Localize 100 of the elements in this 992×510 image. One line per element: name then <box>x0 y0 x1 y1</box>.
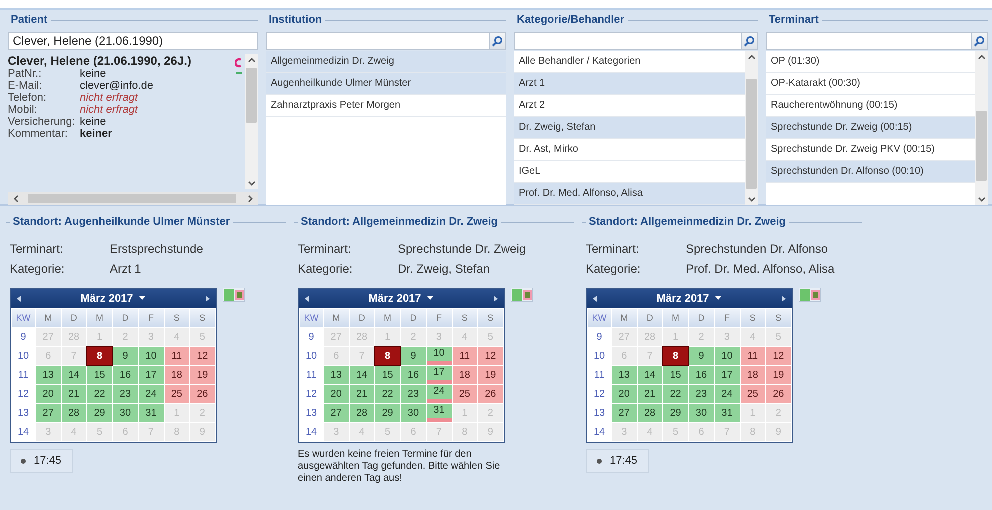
calendar-day[interactable]: 17 <box>714 366 740 384</box>
next-month-button[interactable] <box>493 294 499 302</box>
calendar-day[interactable]: 25 <box>164 385 190 403</box>
list-item[interactable]: Prof. Dr. Med. Alfonso, Alisa <box>514 183 745 205</box>
previous-month-button[interactable] <box>16 294 22 302</box>
calendar-day[interactable]: 24 <box>714 385 740 403</box>
calendar-day[interactable]: 26 <box>766 385 791 403</box>
calendar-day[interactable]: 19 <box>478 366 503 384</box>
scrollbar[interactable] <box>975 51 988 205</box>
calendar-day[interactable]: 15 <box>663 366 688 384</box>
calendar-day[interactable]: 20 <box>612 385 637 403</box>
calendar-day[interactable]: 13 <box>324 366 349 384</box>
calendar-day[interactable]: 31 <box>714 404 740 422</box>
calendar-day[interactable]: 13 <box>612 366 637 384</box>
calendar-day[interactable]: 27 <box>36 404 61 422</box>
calendar-day[interactable]: 22 <box>663 385 688 403</box>
calendar-day[interactable]: 12 <box>766 347 791 365</box>
calendar-day[interactable]: 27 <box>612 404 637 422</box>
scrollbar[interactable] <box>745 51 758 205</box>
calendar-day[interactable]: 11 <box>164 347 190 365</box>
list-item[interactable]: OP (01:30) <box>766 51 975 73</box>
scrollbar[interactable] <box>245 54 258 189</box>
calendar-day[interactable]: 17 <box>138 366 164 384</box>
calendar-day[interactable]: 21 <box>62 385 86 403</box>
calendar-day[interactable]: 9 <box>689 347 714 365</box>
calendar-day[interactable]: 17 <box>426 366 452 384</box>
calendar-day[interactable]: 26 <box>190 385 215 403</box>
calendar-day[interactable]: 12 <box>478 347 503 365</box>
search-button[interactable] <box>741 32 758 50</box>
calendar-day[interactable]: 28 <box>638 404 662 422</box>
calendar-day[interactable]: 9 <box>113 347 138 365</box>
calendar-day[interactable]: 22 <box>375 385 400 403</box>
calendar-day[interactable]: 31 <box>426 404 452 422</box>
calendar-day[interactable]: 16 <box>689 366 714 384</box>
calendar-day[interactable]: 22 <box>87 385 112 403</box>
calendar-day[interactable]: 15 <box>375 366 400 384</box>
calendar-day[interactable]: 21 <box>350 385 374 403</box>
previous-month-button[interactable] <box>592 294 598 302</box>
calendar-day[interactable]: 25 <box>740 385 766 403</box>
calendar-day[interactable]: 14 <box>350 366 374 384</box>
list-item[interactable]: Zahnarztpraxis Peter Morgen <box>266 95 506 117</box>
calendar-day[interactable]: 20 <box>324 385 349 403</box>
list-item[interactable]: Dr. Zweig, Stefan <box>514 117 745 139</box>
time-slot[interactable]: 17:45 <box>10 449 73 473</box>
calendar-day[interactable]: 14 <box>62 366 86 384</box>
calendar-day[interactable]: 21 <box>638 385 662 403</box>
calendar-day[interactable]: 23 <box>113 385 138 403</box>
calendar-day[interactable]: 10 <box>426 347 452 365</box>
calendar-day[interactable]: 8 <box>87 347 112 365</box>
calendar-day[interactable]: 9 <box>401 347 426 365</box>
list-item[interactable]: Sprechstunden Dr. Alfonso (00:10) <box>766 161 975 183</box>
calendar-day[interactable]: 18 <box>164 366 190 384</box>
calendar-day[interactable]: 8 <box>663 347 688 365</box>
calendar-day[interactable]: 13 <box>36 366 61 384</box>
search-field[interactable] <box>514 32 741 50</box>
scrollbar[interactable] <box>8 192 258 205</box>
patient-field[interactable]: Clever, Helene (21.06.1990) <box>8 32 258 50</box>
list-item[interactable]: Dr. Ast, Mirko <box>514 139 745 161</box>
search-field[interactable] <box>266 32 489 50</box>
calendar-day[interactable]: 11 <box>740 347 766 365</box>
search-field[interactable] <box>766 32 971 50</box>
calendar-day[interactable]: 26 <box>478 385 503 403</box>
calendar-day[interactable]: 28 <box>350 404 374 422</box>
time-slot[interactable]: 17:45 <box>586 449 649 473</box>
calendar-day[interactable]: 25 <box>452 385 478 403</box>
calendar-day[interactable]: 14 <box>638 366 662 384</box>
list-item[interactable]: OP-Katarakt (00:30) <box>766 73 975 95</box>
calendar-day[interactable]: 29 <box>375 404 400 422</box>
calendar-day[interactable]: 30 <box>401 404 426 422</box>
calendar-day[interactable]: 27 <box>324 404 349 422</box>
calendar-day[interactable]: 24 <box>138 385 164 403</box>
list-item[interactable]: Allgemeinmedizin Dr. Zweig <box>266 51 506 73</box>
next-month-button[interactable] <box>205 294 211 302</box>
calendar-day[interactable]: 18 <box>452 366 478 384</box>
list-item[interactable]: Sprechstunde Dr. Zweig (00:15) <box>766 117 975 139</box>
calendar-day[interactable]: 23 <box>689 385 714 403</box>
list-item[interactable]: Arzt 1 <box>514 73 745 95</box>
calendar-day[interactable]: 11 <box>452 347 478 365</box>
calendar-day[interactable]: 15 <box>87 366 112 384</box>
previous-month-button[interactable] <box>304 294 310 302</box>
calendar-day[interactable]: 30 <box>689 404 714 422</box>
calendar-day[interactable]: 20 <box>36 385 61 403</box>
calendar-day[interactable]: 31 <box>138 404 164 422</box>
next-month-button[interactable] <box>781 294 787 302</box>
calendar-day[interactable]: 19 <box>766 366 791 384</box>
list-item[interactable]: Augenheilkunde Ulmer Münster <box>266 73 506 95</box>
search-button[interactable] <box>971 32 988 50</box>
calendar-day[interactable]: 19 <box>190 366 215 384</box>
calendar-day[interactable]: 18 <box>740 366 766 384</box>
calendar-day[interactable]: 16 <box>113 366 138 384</box>
calendar-day[interactable]: 16 <box>401 366 426 384</box>
search-button[interactable] <box>489 32 506 50</box>
calendar-day[interactable]: 28 <box>62 404 86 422</box>
calendar-day[interactable]: 29 <box>87 404 112 422</box>
calendar-day[interactable]: 29 <box>663 404 688 422</box>
calendar-day[interactable]: 23 <box>401 385 426 403</box>
calendar-day[interactable]: 30 <box>113 404 138 422</box>
calendar-day[interactable]: 8 <box>375 347 400 365</box>
calendar-day[interactable]: 24 <box>426 385 452 403</box>
calendar-day[interactable]: 10 <box>714 347 740 365</box>
